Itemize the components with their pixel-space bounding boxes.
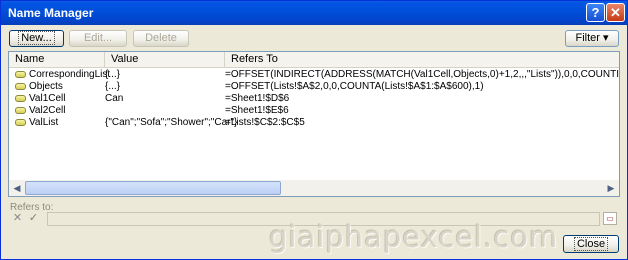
- row-name: CorrespondingList: [29, 69, 111, 80]
- row-value: Can: [105, 93, 124, 104]
- row-name: ValList: [29, 117, 59, 128]
- scroll-left-icon[interactable]: ◀: [10, 181, 24, 195]
- row-value: {...}: [105, 81, 121, 92]
- name-manager-dialog: Name Manager ? ✕ New... Edit... Delete F…: [0, 0, 628, 260]
- new-button-label: New...: [18, 31, 55, 45]
- defined-name-icon: [15, 83, 26, 90]
- edit-button-label: Edit...: [83, 32, 113, 44]
- collapse-dialog-icon[interactable]: ▭: [603, 212, 617, 225]
- edit-button[interactable]: Edit...: [69, 30, 127, 47]
- row-refers-to: =Sheet1!$D$6: [225, 93, 290, 104]
- delete-button[interactable]: Delete: [133, 30, 189, 47]
- new-button[interactable]: New...: [9, 30, 64, 47]
- scroll-right-icon[interactable]: ▶: [604, 181, 618, 195]
- delete-button-label: Delete: [145, 32, 177, 44]
- filter-button[interactable]: Filter ▾: [565, 30, 619, 47]
- help-button[interactable]: ?: [586, 3, 605, 22]
- watermark-text: giaiphapexcel.com: [269, 220, 559, 254]
- table-row[interactable]: Objects {...} =OFFSET(Lists!$A$2,0,0,COU…: [9, 81, 619, 93]
- defined-name-icon: [15, 71, 26, 78]
- table-row[interactable]: Val2Cell =Sheet1!$E$6: [9, 105, 619, 117]
- close-window-button[interactable]: ✕: [606, 3, 625, 22]
- close-button-label: Close: [573, 237, 609, 251]
- defined-name-icon: [15, 119, 26, 126]
- defined-name-icon: [15, 95, 26, 102]
- table-row[interactable]: ValList {"Can";"Sofa";"Shower";"Car"} =L…: [9, 117, 619, 129]
- column-header-value[interactable]: Value: [105, 52, 225, 67]
- title-bar: Name Manager ? ✕: [1, 1, 627, 25]
- horizontal-scrollbar[interactable]: ◀ ▶: [9, 180, 619, 196]
- list-header: Name Value Refers To: [9, 52, 619, 68]
- row-name: Objects: [29, 81, 63, 92]
- row-name: Val1Cell: [29, 93, 66, 104]
- cancel-icon[interactable]: ✕: [11, 212, 24, 225]
- row-value: {"Can";"Sofa";"Shower";"Car"}: [105, 117, 238, 128]
- row-name: Val2Cell: [29, 105, 66, 116]
- window-title: Name Manager: [8, 6, 94, 20]
- close-button[interactable]: Close: [563, 235, 619, 253]
- checkmark-icon[interactable]: ✓: [27, 212, 40, 225]
- row-refers-to: =Lists!$C$2:$C$5: [225, 117, 305, 128]
- row-refers-to: =OFFSET(INDIRECT(ADDRESS(MATCH(Val1Cell,…: [225, 69, 620, 80]
- table-row[interactable]: Val1Cell Can =Sheet1!$D$6: [9, 93, 619, 105]
- column-header-refers-to[interactable]: Refers To: [225, 52, 619, 67]
- filter-button-label: Filter: [575, 32, 600, 44]
- column-header-name[interactable]: Name: [9, 52, 105, 67]
- row-value: {...}: [105, 69, 121, 80]
- defined-name-icon: [15, 107, 26, 114]
- names-list: Name Value Refers To CorrespondingList {…: [8, 51, 620, 197]
- row-refers-to: =Sheet1!$E$6: [225, 105, 289, 116]
- scroll-thumb[interactable]: [25, 181, 281, 195]
- row-refers-to: =OFFSET(Lists!$A$2,0,0,COUNTA(Lists!$A$1…: [225, 81, 484, 92]
- chevron-down-icon: ▾: [602, 32, 609, 44]
- table-row[interactable]: CorrespondingList {...} =OFFSET(INDIRECT…: [9, 69, 619, 81]
